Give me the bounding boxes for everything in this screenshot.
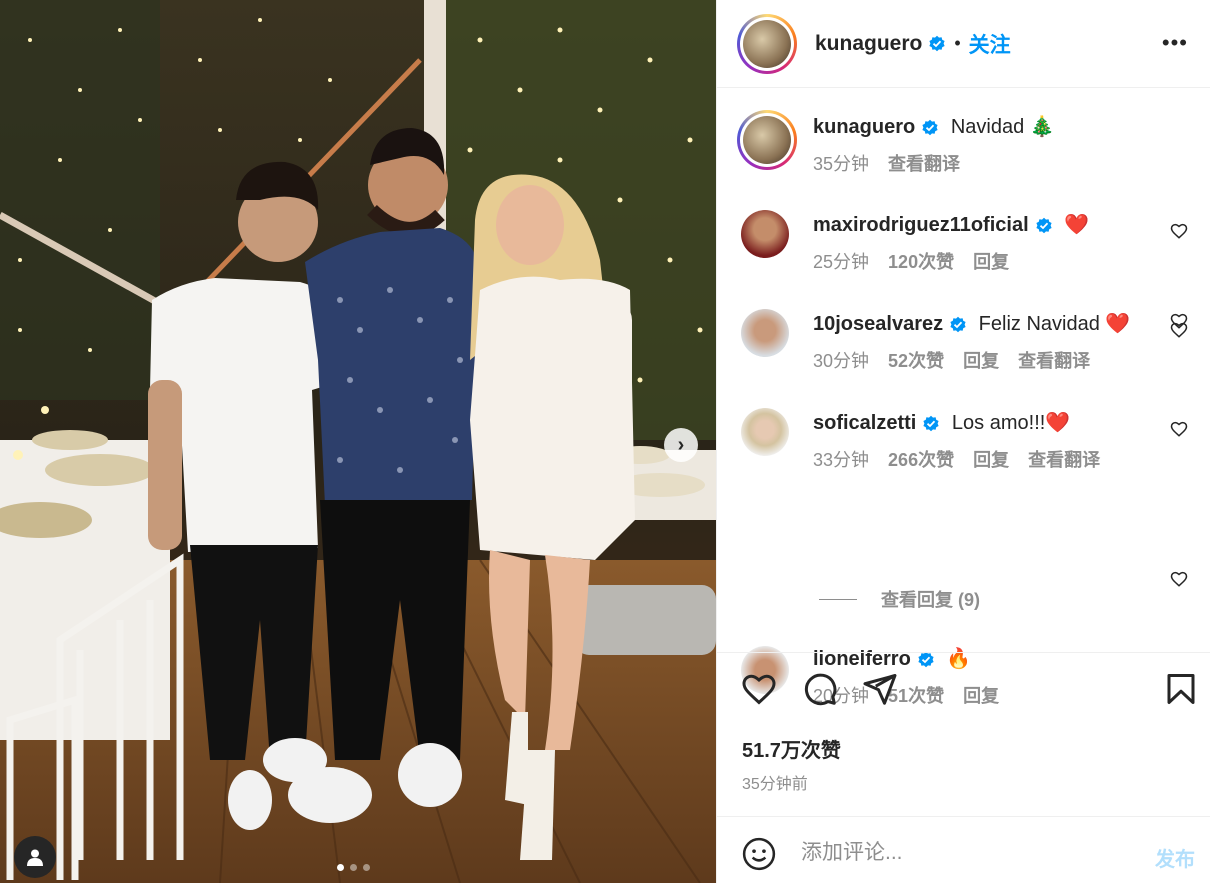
reply-button[interactable]: 回复 (973, 252, 1009, 272)
comment-like-icon[interactable] (1170, 321, 1188, 339)
verified-icon (922, 119, 938, 135)
comment-time: 30分钟 (813, 351, 870, 371)
comment-username[interactable]: maxirodriguez11oficial (813, 214, 1029, 236)
post-photo (0, 0, 716, 883)
verified-icon (929, 35, 945, 51)
comment-composer: 发布 (717, 816, 1210, 883)
comment-likes[interactable]: 120次赞 (888, 252, 954, 272)
more-icon[interactable]: ••• (1162, 30, 1188, 56)
follow-button[interactable]: 关注 (969, 29, 1011, 59)
likes-count[interactable]: 51.7万次赞 (742, 734, 841, 763)
comment-like-icon[interactable] (1170, 222, 1188, 240)
caption-avatar[interactable] (737, 110, 797, 170)
comment-text: Los amo!!!❤️ (951, 412, 1071, 434)
commenter-avatar[interactable] (741, 408, 789, 456)
author-avatar[interactable] (737, 13, 797, 74)
chevron-right-icon: › (677, 433, 685, 456)
comment-like-icon[interactable] (1170, 420, 1188, 438)
carousel-dot (337, 864, 344, 871)
view-replies-button[interactable]: 查看回复 (9) (819, 586, 980, 612)
caption-time: 35分钟 (813, 154, 870, 174)
caption: kunaguero Navidad 🎄 35分钟 查看翻译 (737, 104, 1190, 184)
comment-like-icon[interactable] (1170, 570, 1188, 588)
caption-username[interactable]: kunaguero (813, 116, 915, 138)
carousel-dot (363, 864, 370, 871)
comment-item: soficalzetti Los amo!!!❤️ 33分钟 266次赞 回复 … (737, 402, 1190, 482)
verified-icon (950, 316, 966, 332)
save-icon[interactable] (1163, 671, 1199, 707)
user-tag-button[interactable] (14, 836, 56, 878)
post-side-panel: kunaguero • 关注 ••• kunaguero Navidad 🎄 3… (716, 0, 1210, 883)
share-icon[interactable] (862, 671, 898, 707)
comment-icon[interactable] (802, 671, 838, 707)
translate-link[interactable]: 查看翻译 (888, 154, 960, 174)
comment-likes[interactable]: 266次赞 (888, 450, 954, 470)
reply-button[interactable]: 回复 (973, 450, 1009, 470)
comment-likes[interactable]: 52次赞 (888, 351, 944, 371)
carousel-indicator (337, 864, 370, 871)
comment-time: 25分钟 (813, 252, 870, 272)
comment-time: 33分钟 (813, 450, 870, 470)
like-icon[interactable] (741, 671, 777, 707)
carousel-dot (350, 864, 357, 871)
comment-text: Feliz Navidad ❤️ (978, 313, 1131, 335)
view-replies-label: 查看回复 (9) (881, 590, 980, 610)
post-comment-button[interactable]: 发布 (1155, 843, 1195, 872)
reply-button[interactable]: 回复 (963, 351, 999, 371)
translate-link[interactable]: 查看翻译 (1018, 351, 1090, 371)
post-media[interactable]: › (0, 0, 716, 883)
comment-item: maxirodriguez11oficial ❤️ 25分钟 120次赞 回复 (737, 204, 1190, 329)
comment-item: 10josealvarez Feliz Navidad ❤️ 30分钟 52次赞… (737, 303, 1190, 383)
author-username[interactable]: kunaguero (815, 32, 922, 56)
emoji-icon[interactable] (742, 837, 776, 871)
verified-icon (923, 415, 939, 431)
post-time: 35分钟前 (742, 776, 808, 793)
carousel-next-button[interactable]: › (664, 428, 698, 462)
translate-link[interactable]: 查看翻译 (1028, 450, 1100, 470)
post-header: kunaguero • 关注 ••• (717, 0, 1210, 88)
comment-username[interactable]: 10josealvarez (813, 313, 943, 335)
action-bar (717, 652, 1210, 722)
post-dialog: › kunaguero • 关注 ••• kunaguero Navidad 🎄… (0, 0, 1210, 883)
commenter-avatar[interactable] (741, 210, 789, 258)
caption-text: Navidad 🎄 (950, 116, 1055, 138)
comment-username[interactable]: soficalzetti (813, 412, 916, 434)
separator: • (954, 33, 961, 53)
verified-icon (1036, 217, 1052, 233)
comment-input[interactable] (801, 835, 1121, 871)
comment-text: ❤️ (1064, 214, 1090, 236)
commenter-avatar[interactable] (741, 309, 789, 357)
user-tag-icon (27, 849, 43, 866)
